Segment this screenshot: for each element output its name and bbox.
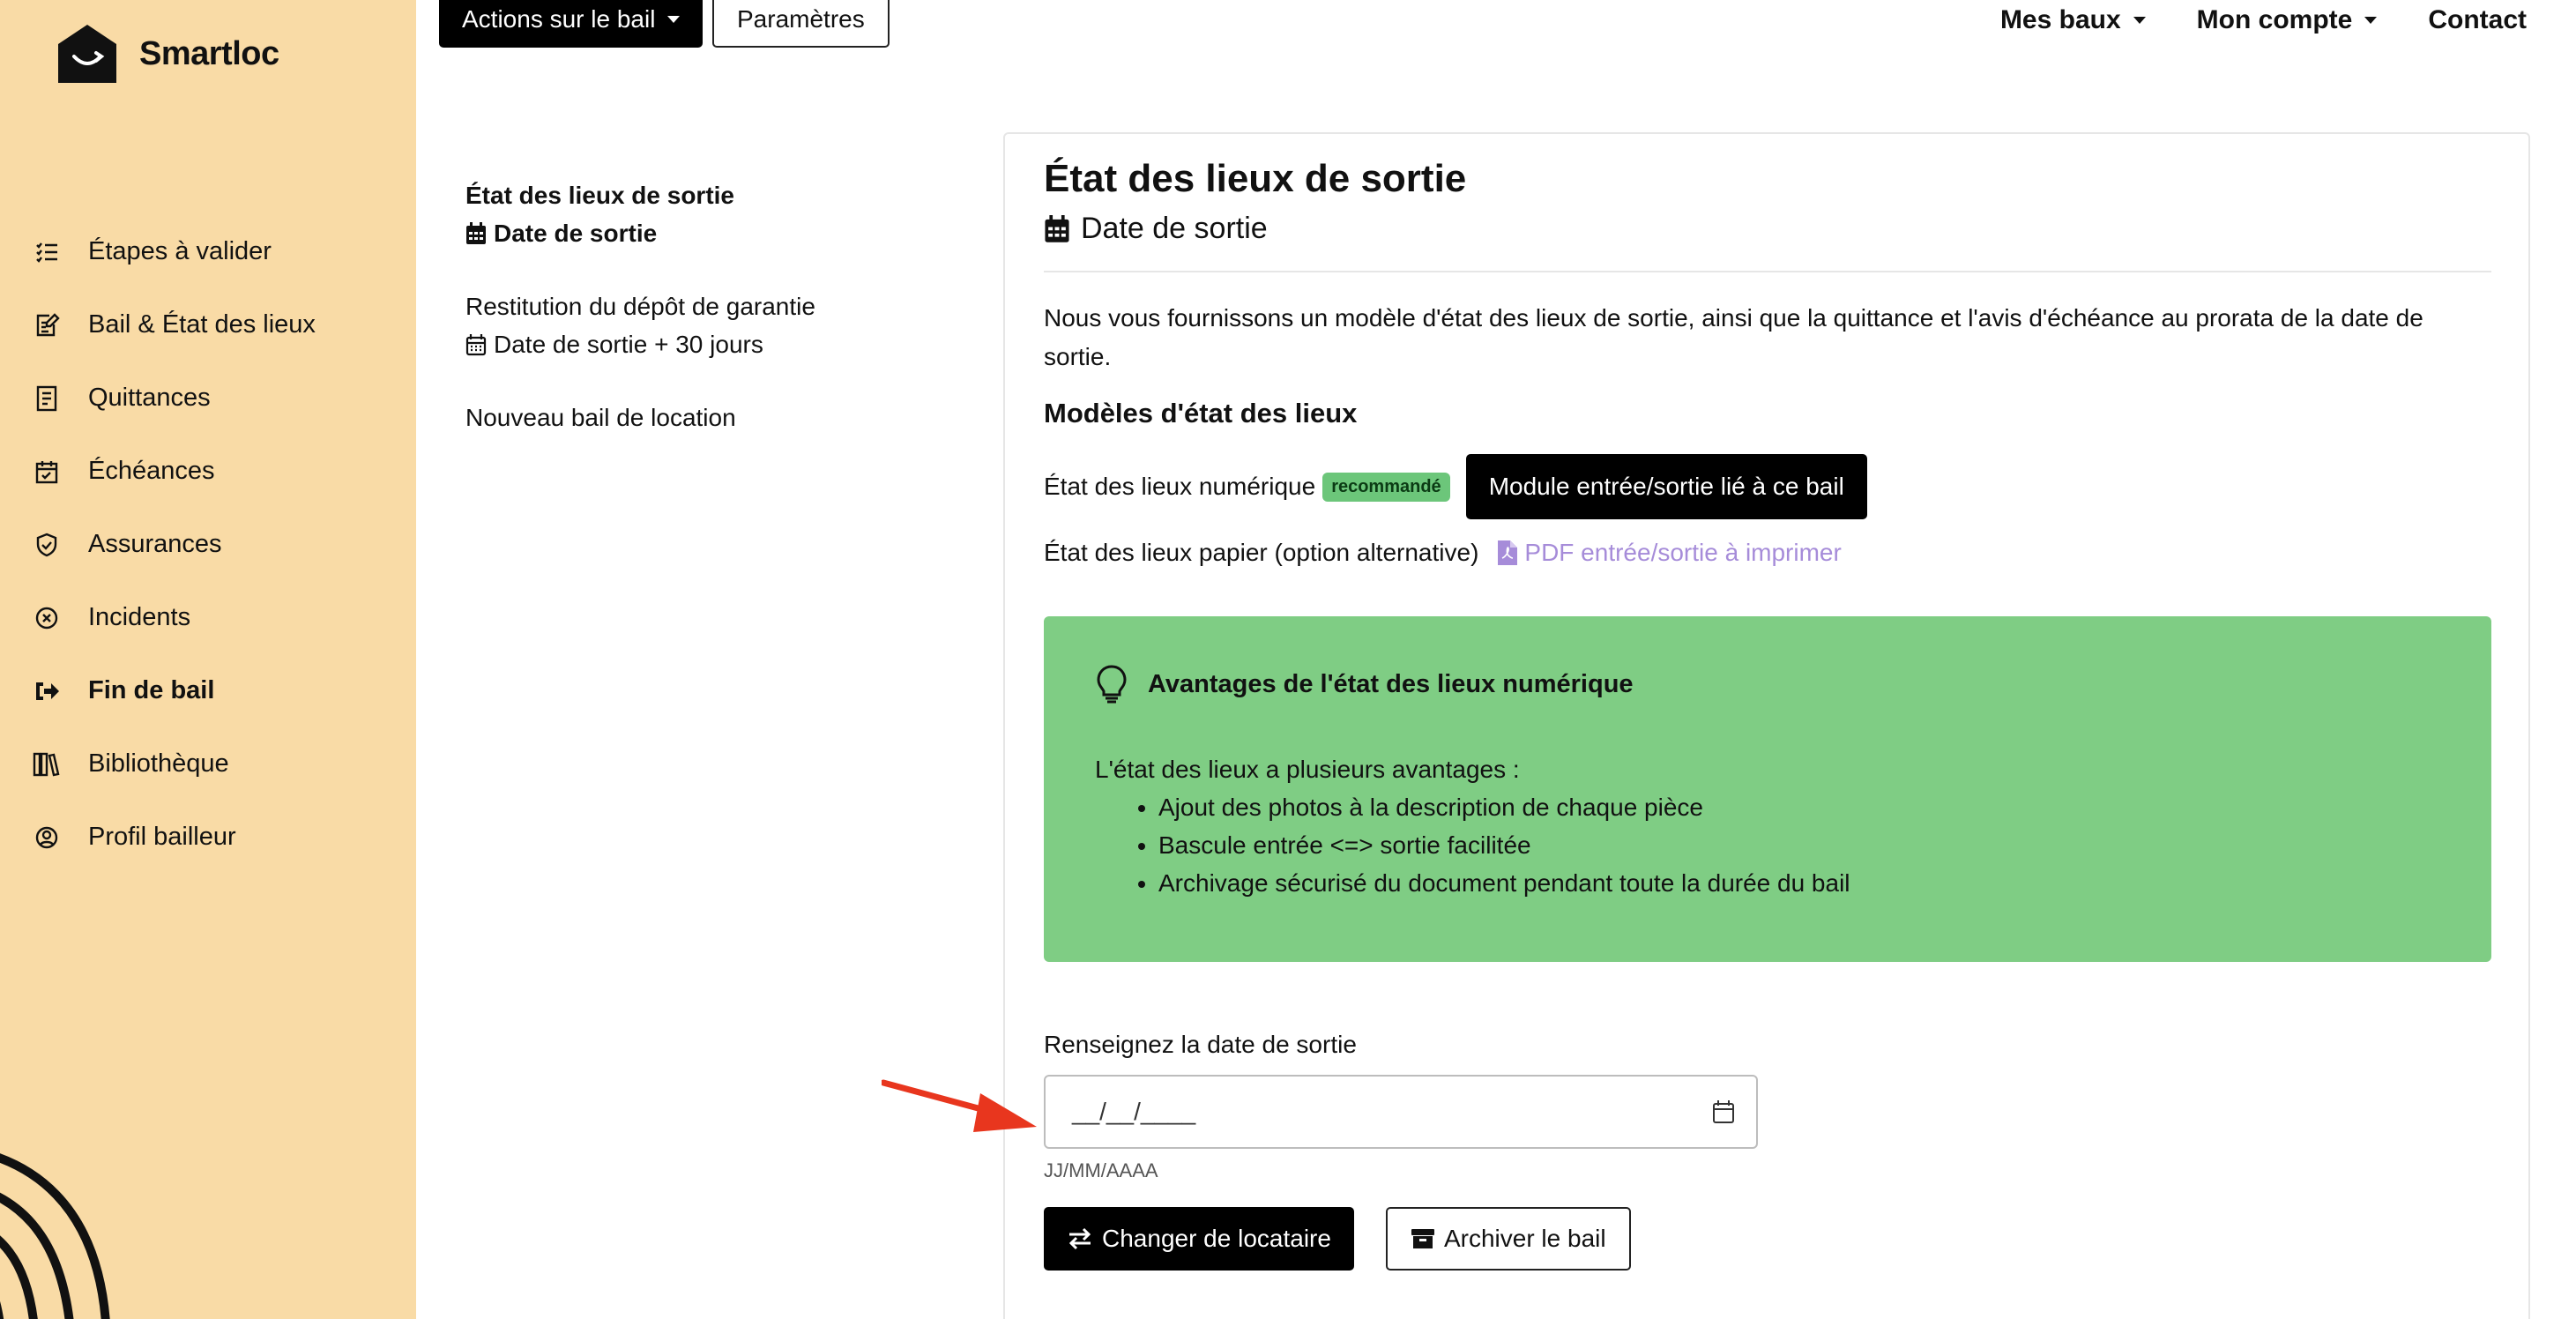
archive-icon — [1411, 1229, 1434, 1248]
sidebar-item-bail[interactable]: Bail & État des lieux — [32, 288, 316, 361]
file-pdf-icon — [1498, 540, 1518, 565]
change-tenant-button[interactable]: Changer de locataire — [1044, 1207, 1354, 1271]
calendar-icon[interactable] — [1712, 1099, 1735, 1124]
calendar-check-icon — [32, 457, 62, 487]
checklist-icon — [32, 237, 62, 267]
sidebar: Smartloc Étapes à valider Bail & État de… — [0, 0, 416, 1319]
sidebar-item-bibliotheque[interactable]: Bibliothèque — [32, 727, 316, 801]
sidebar-item-echeances[interactable]: Échéances — [32, 435, 316, 508]
sidebar-item-label: Incidents — [88, 603, 191, 631]
numeric-inventory-row: État des lieux numérique recommandé Modu… — [1044, 454, 2491, 519]
nav-mon-compte-label: Mon compte — [2196, 5, 2353, 34]
paper-inventory-row: État des lieux papier (option alternativ… — [1044, 539, 2491, 567]
step-nouveau-bail[interactable]: Nouveau bail de location — [465, 399, 815, 436]
date-format-hint: JJ/MM/AAAA — [1044, 1159, 1158, 1181]
caret-down-icon — [667, 16, 681, 23]
params-label: Paramètres — [737, 5, 865, 33]
sidebar-nav: Étapes à valider Bail & État des lieux Q… — [32, 215, 316, 874]
caret-down-icon — [2133, 17, 2146, 24]
sidebar-item-assurances[interactable]: Assurances — [32, 508, 316, 581]
exchange-icon — [1068, 1227, 1091, 1250]
card-title: État des lieux de sortie — [1044, 157, 1467, 200]
advantages-heading: Avantages de l'état des lieux numérique — [1095, 664, 2442, 704]
paper-inventory-label: État des lieux papier (option alternativ… — [1044, 539, 1479, 566]
list-item: Bascule entrée <=> sortie facilitée — [1158, 826, 2442, 864]
house-logo-icon — [58, 25, 116, 83]
actions-label: Actions sur le bail — [462, 5, 656, 33]
exit-inventory-card: État des lieux de sortie Date de sortie … — [1003, 132, 2530, 1319]
sidebar-item-label: Échéances — [88, 457, 215, 485]
sign-out-icon — [32, 676, 62, 706]
sidebar-item-incidents[interactable]: Incidents — [32, 581, 316, 654]
advantages-text: L'état des lieux a plusieurs avantages : — [1095, 756, 1520, 783]
exit-date-input[interactable]: __/__/____ — [1044, 1075, 1758, 1149]
advantages-list: Ajout des photos à la description de cha… — [1158, 788, 2442, 902]
step-date: Date de sortie — [465, 214, 815, 252]
date-field-label: Renseignez la date de sortie — [1044, 1031, 1357, 1058]
date-placeholder: __/__/____ — [1072, 1098, 1196, 1125]
caret-down-icon — [2364, 17, 2378, 24]
brand-name: Smartloc — [139, 34, 279, 72]
sidebar-item-label: Bibliothèque — [88, 749, 229, 778]
circle-x-icon — [32, 603, 62, 633]
card-subtitle-label: Date de sortie — [1081, 212, 1268, 245]
sidebar-item-label: Quittances — [88, 384, 211, 412]
calendar-icon — [466, 221, 486, 244]
archive-lease-button[interactable]: Archiver le bail — [1385, 1207, 1631, 1271]
user-circle-icon — [32, 823, 62, 853]
annotation-arrow-icon — [882, 1079, 1037, 1132]
pdf-download-link[interactable]: PDF entrée/sortie à imprimer — [1498, 539, 1842, 567]
step-title: Nouveau bail de location — [465, 404, 736, 431]
step-sub-label: Date de sortie + 30 jours — [494, 331, 763, 358]
receipt-icon — [32, 384, 62, 414]
sidebar-item-label: Fin de bail — [88, 676, 215, 704]
sidebar-item-profil[interactable]: Profil bailleur — [32, 801, 316, 874]
top-nav: Mes baux Mon compte Contact — [2000, 5, 2527, 35]
actions-dropdown-button[interactable]: Actions sur le bail — [439, 0, 704, 48]
step-etat-des-lieux-sortie[interactable]: État des lieux de sortie Date de sortie — [465, 176, 815, 252]
calendar-icon — [465, 333, 487, 355]
action-buttons: Changer de locataire Archiver le bail — [1044, 1207, 2491, 1271]
step-title: État des lieux de sortie — [465, 182, 734, 209]
sidebar-item-label: Étapes à valider — [88, 237, 272, 265]
divider — [1044, 271, 2491, 272]
step-date: Date de sortie + 30 jours — [465, 325, 815, 363]
nav-mon-compte[interactable]: Mon compte — [2197, 5, 2378, 35]
step-title: Restitution du dépôt de garantie — [465, 293, 815, 320]
steps-list: État des lieux de sortie Date de sortie … — [465, 176, 815, 472]
sidebar-item-etapes[interactable]: Étapes à valider — [32, 215, 316, 288]
edit-document-icon — [32, 310, 62, 340]
list-item: Archivage sécurisé du document pendant t… — [1158, 864, 2442, 902]
module-entree-sortie-button[interactable]: Module entrée/sortie lié à ce bail — [1465, 454, 1867, 519]
nav-contact[interactable]: Contact — [2428, 5, 2527, 35]
pdf-link-label: PDF entrée/sortie à imprimer — [1524, 539, 1842, 566]
decorative-swirl-icon — [0, 1153, 110, 1319]
numeric-inventory-label: État des lieux numérique — [1044, 473, 1316, 500]
nav-mes-baux-label: Mes baux — [1999, 5, 2121, 34]
archive-lease-label: Archiver le bail — [1443, 1225, 1606, 1252]
calendar-icon — [1045, 214, 1069, 242]
brand-logo[interactable]: Smartloc — [55, 21, 279, 86]
recommended-badge: recommandé — [1322, 472, 1450, 502]
library-icon — [32, 749, 62, 779]
change-tenant-label: Changer de locataire — [1102, 1225, 1331, 1252]
step-sub-label: Date de sortie — [494, 220, 658, 247]
shield-check-icon — [32, 530, 62, 560]
advantages-heading-label: Avantages de l'état des lieux numérique — [1148, 669, 1634, 698]
step-restitution-depot[interactable]: Restitution du dépôt de garantie Date de… — [465, 287, 815, 363]
params-button[interactable]: Paramètres — [712, 0, 890, 48]
nav-mes-baux[interactable]: Mes baux — [2000, 5, 2146, 35]
sidebar-item-label: Bail & État des lieux — [88, 310, 316, 339]
lightbulb-icon — [1097, 665, 1127, 704]
models-heading: Modèles d'état des lieux — [1044, 398, 1358, 428]
sidebar-item-fin-de-bail[interactable]: Fin de bail — [32, 654, 316, 727]
advantages-panel: Avantages de l'état des lieux numérique … — [1044, 616, 2491, 962]
sidebar-item-quittances[interactable]: Quittances — [32, 361, 316, 435]
sidebar-item-label: Profil bailleur — [88, 823, 236, 851]
intro-text: Nous vous fournissons un modèle d'état d… — [1044, 304, 2423, 370]
sidebar-item-label: Assurances — [88, 530, 222, 558]
list-item: Ajout des photos à la description de cha… — [1158, 788, 2442, 826]
card-subtitle: Date de sortie — [1044, 212, 2491, 246]
